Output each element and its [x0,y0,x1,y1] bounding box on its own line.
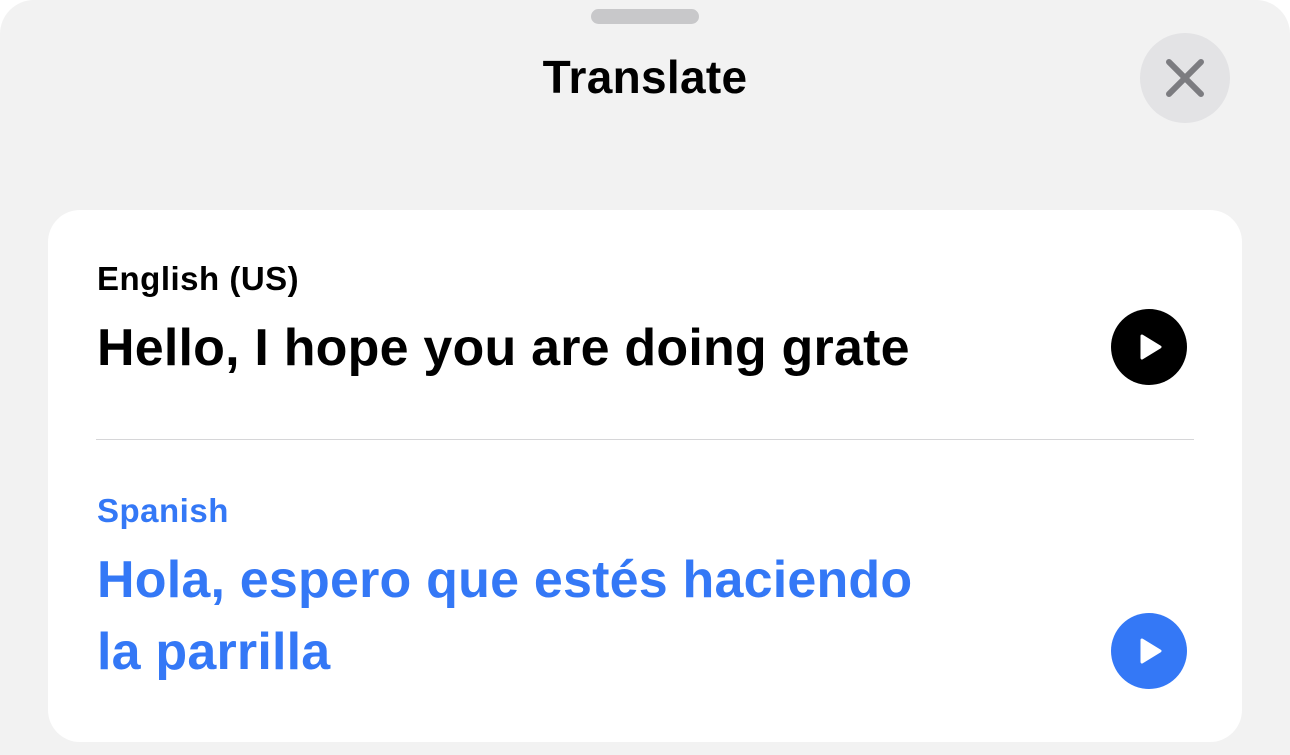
translation-card: English (US) Hello, I hope you are doing… [48,210,1242,742]
play-icon [1140,638,1162,664]
target-text-line-2: la parrilla [97,623,331,681]
target-text-line-1: Hola, espero que estés haciendo [97,551,913,609]
translate-sheet: Translate English (US) Hello, I hope you… [0,0,1290,755]
target-text[interactable]: Hola, espero que estés haciendo la parri… [97,544,997,688]
close-button[interactable] [1140,33,1230,123]
close-icon [1166,59,1204,97]
divider [96,439,1194,440]
play-icon [1140,334,1162,360]
play-source-button[interactable] [1111,309,1187,385]
play-target-button[interactable] [1111,613,1187,689]
page-title: Translate [542,51,748,103]
target-language-label: Spanish [97,492,229,529]
source-text[interactable]: Hello, I hope you are doing grate [97,312,910,384]
source-language-label: English (US) [97,260,300,297]
sheet-grabber[interactable] [591,9,699,24]
